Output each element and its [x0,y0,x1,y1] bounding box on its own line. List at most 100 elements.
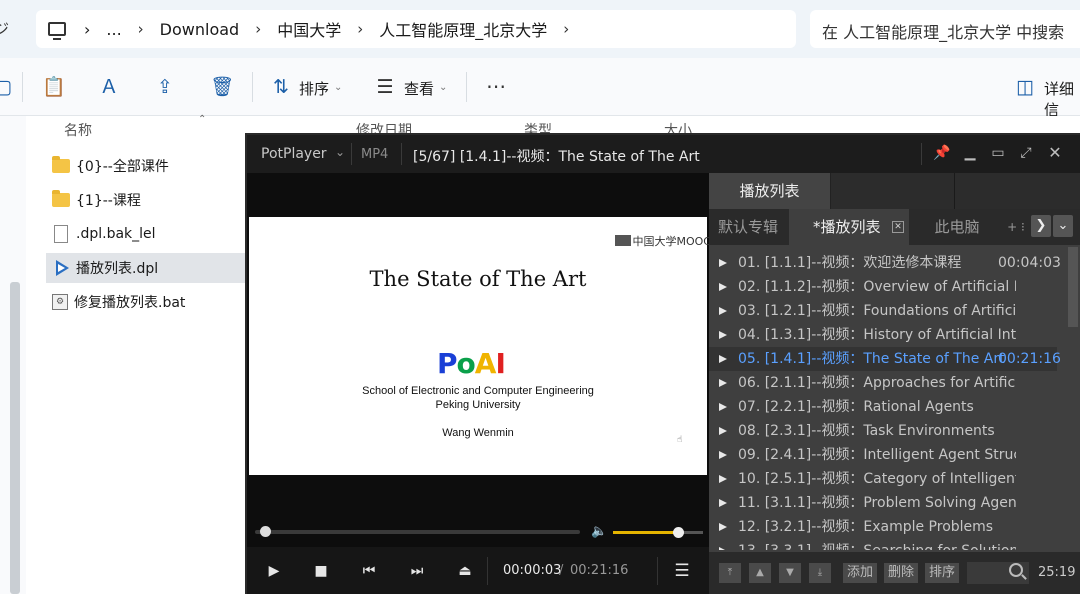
current-time: 00:00:03 [503,563,562,578]
tab-add[interactable]: + ⁝ [1005,209,1027,245]
video-frame[interactable]: 中国大学MOOC The State of The Art PoAI Schoo… [249,217,711,475]
playlist-items: 01. [1.1.1]--视频：欢迎选修本课程 00:04:03 02. [1.1… [709,247,1080,550]
tab-default-album[interactable]: 默认专辑 [709,209,787,245]
playlist-item[interactable]: 04. [1.3.1]--视频：History of Artificial In… [709,323,1057,347]
chevron-down-icon[interactable]: ⌄ [1053,215,1073,237]
title-divider [351,143,352,165]
navigation-scrollbar[interactable] [10,282,20,594]
file-row[interactable]: {1}--课程 [46,185,246,215]
playlist-item[interactable]: 10. [2.5.1]--视频：Category of Intelligent … [709,467,1057,491]
app-brand[interactable]: PotPlayer [261,146,327,162]
playback-controls: ▶ ■ ⏮ ⏭ ⏏ 00:00:03 / 00:21:16 ☰ [247,547,709,594]
eject-icon[interactable]: ⏏ [456,562,474,580]
address-box[interactable]: › ... › Download › 中国大学 › 人工智能原理_北京大学 › [36,10,796,48]
share-icon[interactable]: ⇪ [154,76,176,98]
minimize-icon[interactable]: ▁ [961,144,979,162]
add-button[interactable]: 添加 [843,563,878,583]
column-header-name[interactable]: 名称 [64,120,92,140]
breadcrumb-zhongguo-daxue[interactable]: 中国大学 [277,17,341,41]
move-up-icon[interactable]: ▲ [749,563,771,583]
delete-icon[interactable]: 🗑 [210,76,234,98]
explorer-address-bar: ジ › ... › Download › 中国大学 › 人工智能原理_北京大学 … [0,0,1080,58]
file-row[interactable]: {0}--全部课件 [46,151,246,181]
volume-handle[interactable] [672,527,684,538]
total-time: 00:21:16 [570,563,629,578]
close-icon[interactable]: ✕ [1046,144,1064,162]
view-icon[interactable]: ☰ [374,76,396,98]
slide-university: Peking University [435,399,521,411]
delete-button[interactable]: 删除 [884,563,919,583]
chevron-right-icon: › [137,20,144,38]
seek-handle[interactable] [260,526,271,537]
details-pane-icon[interactable]: ◫ [1014,76,1036,98]
file-row-selected[interactable]: 播放列表.dpl [46,253,246,283]
tab-label: *播放列表 [813,218,881,236]
playlist-item[interactable]: 08. [2.3.1]--视频：Task Environments [709,419,1057,443]
playlist-item[interactable]: 12. [3.2.1]--视频：Example Problems [709,515,1057,539]
computer-icon[interactable] [48,22,66,40]
folder-icon [52,156,70,173]
play-triangle-icon [719,523,727,531]
tab-playlist[interactable]: *播放列表 [789,209,909,245]
previous-icon[interactable]: ⏮ [360,562,378,580]
volume-slider[interactable] [613,527,703,538]
tab-this-pc[interactable]: 此电脑 [912,209,1002,245]
menu-icon[interactable]: ☰ [673,562,691,580]
slide-author: Wang Wenmin [442,427,514,439]
playlist-item[interactable]: 06. [2.1.1]--视频：Approaches for Artificia… [709,371,1057,395]
details-button[interactable]: 详细信 [1044,78,1080,120]
playlist-item[interactable]: 07. [2.2.1]--视频：Rational Agents [709,395,1057,419]
breadcrumb-download[interactable]: Download [160,20,240,39]
play-triangle-icon [719,331,727,339]
file-row[interactable]: .dpl.bak_lel [46,219,246,249]
file-row[interactable]: ⚙ 修复播放列表.bat [46,287,246,317]
item-title: 12. [3.2.1]--视频：Example Problems [738,519,994,535]
rename-icon[interactable]: Ａ [98,76,120,98]
next-icon[interactable]: ⏭ [408,562,426,580]
more-options-icon[interactable]: ⋯ [486,74,506,98]
chevron-down-icon[interactable]: ⌄ [439,82,447,93]
maximize-icon[interactable]: ▭ [989,144,1007,162]
toolbar-divider [22,72,23,102]
paste-icon[interactable]: 📋 [42,76,66,98]
new-icon[interactable]: ▢ [0,76,14,98]
truncated-label: ジ [0,20,10,38]
playlist-scrollbar[interactable] [1068,247,1078,327]
move-down-icon[interactable]: ▼ [779,563,801,583]
search-icon[interactable] [1009,563,1023,577]
volume-icon[interactable]: 🔈 [591,524,607,539]
move-top-icon[interactable]: ⤒ [719,563,741,583]
player-title-bar[interactable]: PotPlayer ⌄ MP4 [5/67] [1.4.1]--视频：The S… [247,135,1080,173]
chevron-right-icon[interactable]: › [563,20,569,38]
view-button[interactable]: 查看 [404,78,434,99]
sort-icon[interactable]: ⇅ [270,76,292,98]
stop-icon[interactable]: ■ [312,562,330,580]
file-name: 播放列表.dpl [76,261,159,277]
playlist-item[interactable]: 11. [3.1.1]--视频：Problem Solving Agents [709,491,1057,515]
chevron-right-icon: › [357,20,364,38]
playlist-item[interactable]: 09. [2.4.1]--视频：Intelligent Agent Struct… [709,443,1057,467]
move-bottom-icon[interactable]: ⤓ [809,563,831,583]
poai-letter: I [495,347,505,380]
fullscreen-icon[interactable]: ⤢ [1017,144,1035,162]
seek-bar[interactable] [255,526,580,537]
playlist-item[interactable]: 13. [3.3.1]--视频：Searching for Solutions [709,539,1057,550]
chevron-right-icon[interactable]: ❯ [1031,215,1051,237]
play-icon[interactable]: ▶ [265,562,283,580]
breadcrumb-current-folder[interactable]: 人工智能原理_北京大学 [379,17,547,41]
navigation-pane [0,116,26,594]
item-title: 05. [1.4.1]--视频：The State of The Art [738,351,1005,367]
close-tab-icon[interactable]: ✕ [892,221,904,233]
chevron-down-icon[interactable]: ⌄ [334,82,342,93]
breadcrumb-overflow[interactable]: ... [106,20,121,39]
search-input[interactable]: 在 人工智能原理_北京大学 中搜索 [810,10,1080,48]
playlist-item-current[interactable]: 05. [1.4.1]--视频：The State of The Art 00:2… [709,347,1061,371]
sort-button[interactable]: 排序 [299,78,329,99]
playlist-item[interactable]: 03. [1.2.1]--视频：Foundations of Artificia… [709,299,1057,323]
playlist-item[interactable]: 01. [1.1.1]--视频：欢迎选修本课程 00:04:03 [709,251,1061,275]
pin-icon[interactable]: 📌 [933,144,951,162]
sort-button[interactable]: 排序 [925,563,960,583]
chevron-down-icon[interactable]: ⌄ [335,145,345,159]
playlist-header-tab[interactable]: 播放列表 [709,173,831,209]
playlist-item[interactable]: 02. [1.1.2]--视频：Overview of Artificial I… [709,275,1057,299]
